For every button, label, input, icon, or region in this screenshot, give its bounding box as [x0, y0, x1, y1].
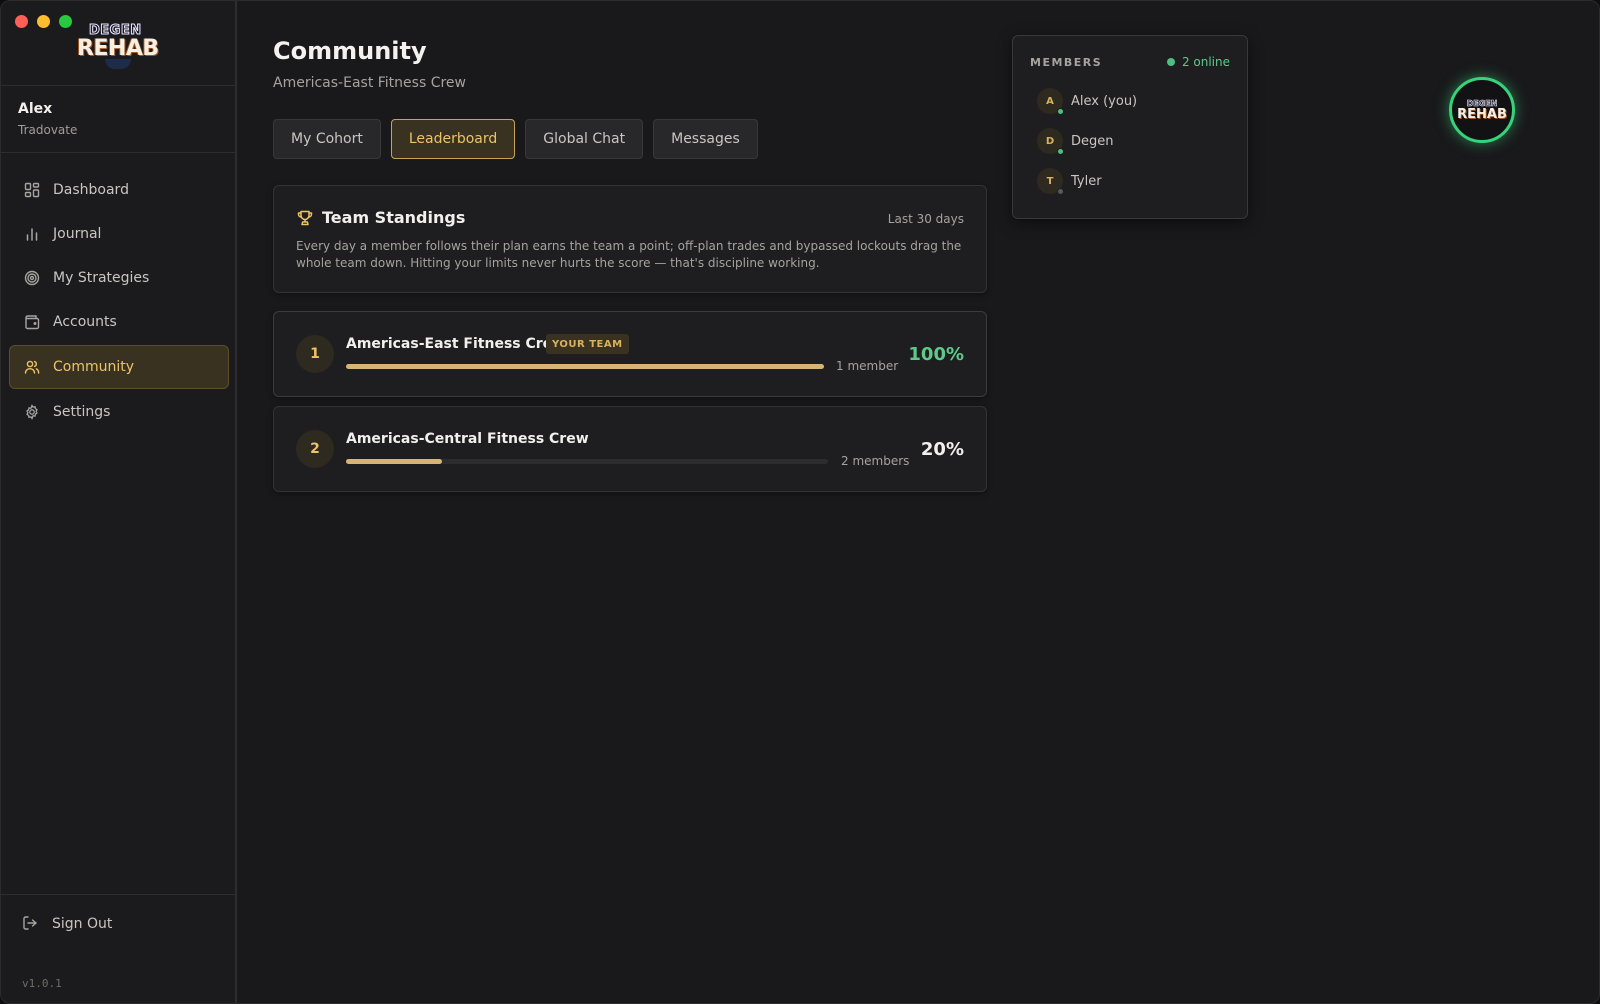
team-row[interactable]: 2 Americas-Central Fitness Crew 2 member…: [273, 406, 987, 492]
app-version: v1.0.1: [22, 977, 62, 990]
minimize-window-button[interactable]: [37, 15, 50, 28]
standings-title: Team Standings: [322, 208, 466, 227]
close-window-button[interactable]: [15, 15, 28, 28]
sign-out-button[interactable]: Sign Out: [22, 915, 112, 933]
standings-range: Last 30 days: [887, 212, 964, 226]
users-icon: [23, 358, 41, 376]
team-name: Americas-Central Fitness Crew: [346, 431, 589, 447]
member-item[interactable]: T Tyler: [1037, 168, 1102, 195]
online-count: 2 online: [1166, 55, 1230, 69]
sidebar-nav: Dashboard Journal My Strategies Accounts: [9, 169, 229, 435]
app-logo: DEGEN REHAB: [71, 21, 167, 69]
member-name: Degen: [1071, 133, 1114, 149]
sidebar-item-label: Dashboard: [53, 182, 129, 198]
sidebar-item-journal[interactable]: Journal: [9, 213, 229, 255]
team-member-count: 2 members: [841, 454, 910, 468]
sidebar-item-accounts[interactable]: Accounts: [9, 301, 229, 343]
tab-global-chat[interactable]: Global Chat: [525, 119, 644, 159]
tab-messages[interactable]: Messages: [653, 119, 758, 159]
online-dot-icon: [1166, 58, 1175, 66]
member-item[interactable]: D Degen: [1037, 128, 1114, 155]
team-member-count: 1 member: [836, 359, 899, 373]
divider: [1, 894, 237, 895]
page-subtitle: Americas-East Fitness Crew: [273, 75, 466, 91]
sidebar-item-community[interactable]: Community: [9, 345, 229, 389]
standings-header: Team Standings: [296, 208, 465, 227]
user-block: Alex Tradovate: [18, 101, 77, 137]
team-percent: 20%: [920, 439, 964, 460]
team-progress-fill: [346, 459, 443, 464]
rank-badge: 2: [296, 430, 334, 468]
member-item[interactable]: A Alex (you): [1037, 88, 1138, 115]
avatar: D: [1037, 128, 1064, 155]
sidebar-item-label: Community: [53, 359, 135, 375]
divider: [1, 85, 237, 86]
community-tabs: My Cohort Leaderboard Global Chat Messag…: [273, 119, 758, 159]
target-icon: [23, 269, 41, 287]
standings-description: Every day a member follows their plan ea…: [296, 239, 962, 270]
team-progress-fill: [346, 364, 824, 369]
sidebar-item-label: Accounts: [53, 314, 117, 330]
team-progress-bar: [346, 459, 828, 464]
status-dot: [1057, 188, 1064, 195]
status-dot: [1057, 148, 1064, 155]
user-broker: Tradovate: [18, 123, 78, 137]
team-name: Americas-East Fitness Crew: [346, 336, 566, 352]
trophy-icon: [296, 209, 314, 227]
status-dot: [1057, 108, 1064, 115]
sidebar-item-settings[interactable]: Settings: [9, 391, 229, 433]
gear-icon: [23, 403, 41, 421]
bar-chart-icon: [23, 225, 41, 243]
sign-out-label: Sign Out: [52, 916, 113, 932]
team-percent: 100%: [908, 344, 964, 365]
window-controls: [15, 15, 72, 28]
wallet-icon: [23, 313, 41, 331]
divider: [1, 152, 237, 153]
sidebar-item-label: My Strategies: [53, 270, 150, 286]
user-name: Alex: [18, 101, 53, 117]
tab-my-cohort[interactable]: My Cohort: [273, 119, 381, 159]
sidebar-item-dashboard[interactable]: Dashboard: [9, 169, 229, 211]
team-standings-card: Team Standings Last 30 days Every day a …: [273, 185, 987, 293]
your-team-badge: YOUR TEAM: [546, 334, 629, 354]
page-title: Community: [273, 37, 427, 65]
dashboard-icon: [23, 181, 41, 199]
members-panel: MEMBERS 2 online A Alex (you) D Degen T: [1012, 35, 1248, 219]
sidebar-item-label: Journal: [53, 226, 102, 242]
team-row[interactable]: 1 Americas-East Fitness Crew YOUR TEAM 1…: [273, 311, 987, 397]
member-name: Tyler: [1071, 173, 1102, 189]
sidebar-item-label: Settings: [53, 404, 111, 420]
members-title: MEMBERS: [1030, 56, 1103, 69]
sign-out-icon: [22, 915, 40, 933]
tab-leaderboard[interactable]: Leaderboard: [390, 119, 516, 159]
team-progress-bar: [346, 364, 824, 369]
app-window: DEGEN REHAB Alex Tradovate Dashboard Jou…: [0, 0, 1600, 1004]
sidebar: DEGEN REHAB Alex Tradovate Dashboard Jou…: [1, 1, 237, 1003]
floating-logo-button[interactable]: DEGEN REHAB: [1449, 77, 1515, 143]
avatar: A: [1037, 88, 1064, 115]
rank-badge: 1: [296, 335, 334, 373]
avatar: T: [1037, 168, 1064, 195]
sidebar-item-my-strategies[interactable]: My Strategies: [9, 257, 229, 299]
main-content: Community Americas-East Fitness Crew My …: [239, 1, 1599, 1003]
member-name: Alex (you): [1071, 93, 1138, 109]
